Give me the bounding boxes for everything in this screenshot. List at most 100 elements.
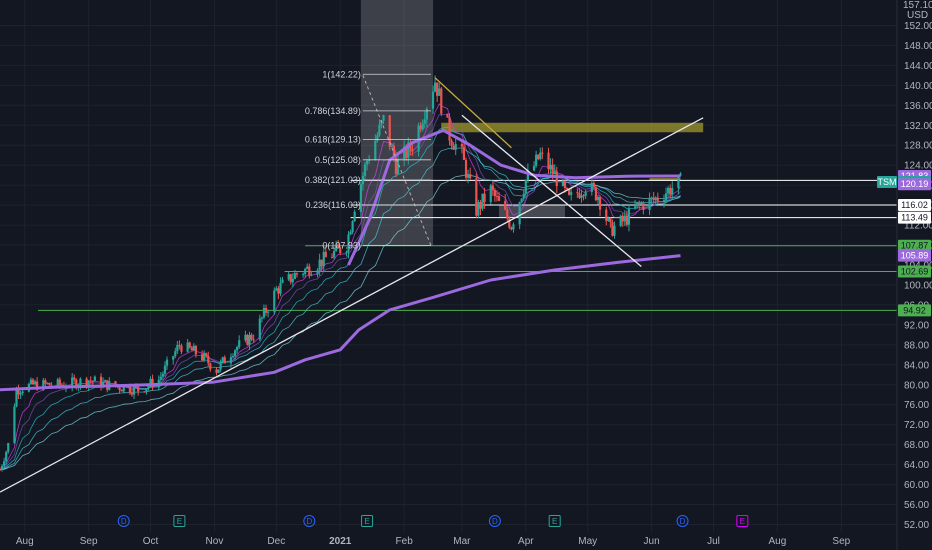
event-marker-label: E <box>740 517 745 526</box>
candle-body <box>192 345 195 351</box>
candle-body <box>316 270 319 275</box>
candle-body <box>118 386 121 390</box>
candle-body <box>264 307 268 313</box>
candle-body <box>582 195 585 197</box>
candle-body <box>466 174 470 178</box>
candle-body <box>469 174 472 179</box>
candle-body <box>345 252 348 254</box>
candle-body <box>176 345 179 352</box>
price-tick-label: 128.00 <box>904 141 932 152</box>
candle-body <box>539 152 542 160</box>
candle-body <box>13 406 16 444</box>
trend-line <box>461 114 642 267</box>
price-tick-label: 144.00 <box>904 61 932 72</box>
candle-body <box>143 391 146 393</box>
price-tick-label: 132.00 <box>904 121 932 132</box>
candle-body <box>532 165 536 171</box>
candle-body <box>555 171 558 187</box>
candle-body <box>425 108 428 120</box>
candle-body <box>238 340 241 347</box>
candle-body <box>244 334 247 341</box>
candle-body <box>450 140 453 146</box>
candle-body <box>477 202 480 216</box>
candle-body <box>349 231 352 235</box>
time-tick-label: Aug <box>769 536 787 547</box>
candle-body <box>281 279 284 283</box>
candle-body <box>320 259 323 267</box>
candle-body <box>29 379 33 384</box>
candle-body <box>3 461 6 466</box>
candle-body <box>322 251 325 267</box>
candle-body <box>178 345 181 347</box>
fib-level-label: 0.5(125.08) <box>315 155 361 165</box>
candle-body <box>638 202 641 204</box>
candle-body <box>565 187 569 190</box>
fib-level-label: 0(107.93) <box>322 240 361 250</box>
candle-body <box>570 192 573 195</box>
candle-body <box>433 82 437 92</box>
candle-body <box>497 196 501 201</box>
symbol-tag-label: TSM <box>878 177 897 187</box>
candle-body <box>650 197 653 199</box>
level-badge-label: 116.02 <box>901 200 928 210</box>
candle-body <box>287 274 290 280</box>
candle-body <box>664 193 668 201</box>
candle-body <box>625 215 628 225</box>
level-badge-label: 113.49 <box>901 213 928 223</box>
candle-body <box>506 209 509 219</box>
candle-body <box>194 345 197 355</box>
candle-body <box>592 182 595 188</box>
candle-body <box>642 203 645 210</box>
fib-level-label: 1(142.22) <box>322 69 361 79</box>
candle-body <box>640 203 643 205</box>
candle-body <box>493 190 496 197</box>
time-tick-label: Feb <box>396 536 414 547</box>
candle-body <box>159 376 162 380</box>
candle-body <box>132 386 136 395</box>
candle-body <box>547 152 550 170</box>
candle-body <box>448 117 451 141</box>
candle-body <box>598 196 602 210</box>
candle-body <box>236 346 239 351</box>
price-tick-label: 136.00 <box>904 101 932 112</box>
candle-body <box>104 380 107 382</box>
candle-body <box>611 222 614 236</box>
fib-level-label: 0.786(134.89) <box>305 106 361 116</box>
price-tick-label: 64.00 <box>904 460 929 471</box>
candle-body <box>365 160 369 165</box>
candle-body <box>19 393 22 395</box>
price-badge-label: 120.19 <box>901 179 929 189</box>
candle-body <box>512 224 515 230</box>
time-tick-label: Nov <box>206 536 224 547</box>
time-axis[interactable]: Aug Sep Oct Nov Dec 2021 Feb Mar Apr May Jun Jul Aug… <box>16 536 851 547</box>
candle-body <box>652 197 655 201</box>
candle-body <box>89 380 92 382</box>
candle-body <box>411 149 414 152</box>
candle-body <box>215 369 218 373</box>
candle-body <box>221 357 224 362</box>
candle-body <box>279 282 282 294</box>
candle-body <box>580 195 583 198</box>
candle-body <box>535 154 538 166</box>
candle-body <box>510 227 513 230</box>
candle-body <box>479 202 482 209</box>
candle-body <box>464 159 468 178</box>
candle-body <box>91 380 94 382</box>
currency-label: USD <box>907 10 928 21</box>
candle-body <box>446 113 449 118</box>
time-tick-label: Jun <box>644 536 660 547</box>
candle-body <box>15 389 18 407</box>
price-chart[interactable]: 1(142.22) 0.786(134.89) 0.618(129.13) 0.5(1… <box>0 0 932 550</box>
candle-body <box>289 274 292 283</box>
candle-body <box>520 198 523 203</box>
candle-body <box>229 357 233 364</box>
candle-body <box>353 211 356 222</box>
candle-body <box>7 443 10 452</box>
candle-body <box>332 250 336 258</box>
time-tick-label: Apr <box>518 536 534 547</box>
candle-body <box>120 389 123 392</box>
event-marker-label: D <box>121 517 127 526</box>
candle-body <box>330 257 334 259</box>
event-marker-label: E <box>364 517 369 526</box>
candle-body <box>462 146 466 160</box>
